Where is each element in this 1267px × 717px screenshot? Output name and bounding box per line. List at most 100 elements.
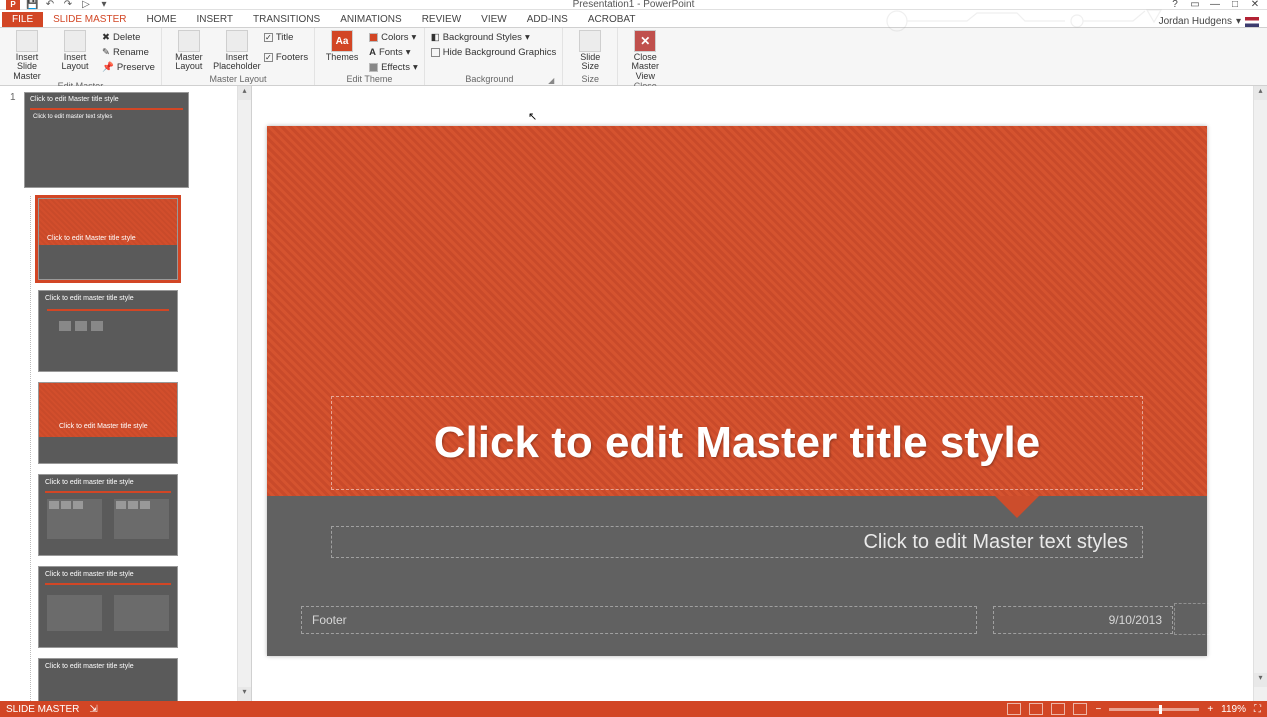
- save-icon[interactable]: 💾: [26, 0, 38, 11]
- thumb-title: Click to edit master title style: [45, 295, 134, 302]
- slide-number-placeholder[interactable]: [1174, 603, 1210, 635]
- minimize-icon[interactable]: —: [1209, 0, 1221, 10]
- help-icon[interactable]: ?: [1169, 0, 1181, 10]
- powerpoint-icon: P: [6, 0, 20, 11]
- subtitle-placeholder[interactable]: Click to edit Master text styles: [331, 526, 1143, 558]
- tab-animations[interactable]: ANIMATIONS: [330, 12, 411, 27]
- maximize-icon[interactable]: □: [1229, 0, 1241, 10]
- thumbnail-pane: 1 Click to edit Master title style Click…: [0, 86, 252, 701]
- chevron-down-icon: ▾: [525, 32, 530, 43]
- flag-icon: [1245, 17, 1259, 27]
- master-thumbnail[interactable]: 1 Click to edit Master title style Click…: [10, 92, 233, 188]
- canvas-scrollbar[interactable]: ▴ ▾: [1253, 86, 1267, 701]
- tab-home[interactable]: HOME: [136, 12, 186, 27]
- undo-icon[interactable]: ↶: [44, 0, 56, 11]
- zoom-slider[interactable]: [1109, 708, 1199, 711]
- thumb-title: Click to edit master title style: [45, 479, 134, 486]
- sorter-view-button[interactable]: [1029, 703, 1043, 715]
- hide-background-checkbox[interactable]: Hide Background Graphics: [431, 45, 557, 59]
- effects-icon: [369, 63, 378, 72]
- tab-transitions[interactable]: TRANSITIONS: [243, 12, 330, 27]
- tab-review[interactable]: REVIEW: [412, 12, 471, 27]
- slider-handle-icon: [1159, 705, 1162, 714]
- title-checkbox[interactable]: ✓Title: [264, 30, 308, 44]
- footers-checkbox[interactable]: ✓Footers: [264, 50, 308, 64]
- tab-addins[interactable]: ADD-INS: [517, 12, 578, 27]
- slide-canvas[interactable]: Click to edit Master title style Click t…: [267, 126, 1207, 656]
- fonts-icon: A: [369, 47, 376, 58]
- group-label: Master Layout: [168, 74, 308, 85]
- layout-tree-line: [30, 196, 31, 701]
- group-edit-master: Insert SlideMaster InsertLayout ✖Delete …: [0, 28, 162, 85]
- colors-button[interactable]: Colors▾: [369, 30, 418, 44]
- group-close: ✕CloseMaster View Close: [618, 28, 672, 85]
- thumb-sub: Click to edit master text styles: [25, 112, 188, 122]
- normal-view-button[interactable]: [1007, 703, 1021, 715]
- slide-size-button[interactable]: SlideSize: [569, 30, 611, 72]
- layout-thumbnail[interactable]: Click to edit master title style: [10, 566, 233, 648]
- checkbox-unchecked-icon: [431, 48, 440, 57]
- insert-slide-master-button[interactable]: Insert SlideMaster: [6, 30, 48, 81]
- ribbon-tabs: FILE SLIDE MASTER HOME INSERT TRANSITION…: [0, 10, 1267, 28]
- master-layout-button[interactable]: MasterLayout: [168, 30, 210, 72]
- layout-thumbnail[interactable]: Click to edit master title style: [10, 474, 233, 556]
- cursor-icon: ↖: [528, 110, 537, 123]
- slide-body-area: Click to edit Master text styles Footer …: [267, 496, 1207, 656]
- thumbnail-scrollbar[interactable]: ▴ ▾: [237, 86, 251, 701]
- themes-button[interactable]: AaThemes: [321, 30, 363, 62]
- user-label: Jordan Hudgens: [1159, 16, 1232, 27]
- tab-slide-master[interactable]: SLIDE MASTER: [43, 12, 136, 27]
- main-area: 1 Click to edit Master title style Click…: [0, 86, 1267, 701]
- group-size: SlideSize Size: [563, 28, 618, 85]
- scroll-up-icon[interactable]: ▴: [1254, 86, 1267, 100]
- slideshow-view-button[interactable]: [1073, 703, 1087, 715]
- group-edit-theme: AaThemes Colors▾ AFonts▾ Effects▾ Edit T…: [315, 28, 425, 85]
- redo-icon[interactable]: ↷: [62, 0, 74, 11]
- delete-button[interactable]: ✖Delete: [102, 30, 155, 44]
- insert-layout-button[interactable]: InsertLayout: [54, 30, 96, 72]
- slide-canvas-area: ↖ Click to edit Master title style Click…: [252, 86, 1267, 701]
- thumb-title: Click to edit master title style: [45, 571, 134, 578]
- scroll-up-icon[interactable]: ▴: [238, 86, 251, 100]
- date-placeholder-text: 9/10/2013: [1109, 613, 1162, 627]
- tab-acrobat[interactable]: ACROBAT: [578, 12, 646, 27]
- layout-thumbnail[interactable]: Click to edit master title style: [10, 290, 233, 372]
- chevron-down-icon: ▾: [413, 62, 418, 73]
- account-name[interactable]: Jordan Hudgens ▾: [1159, 16, 1267, 27]
- title-bar: P 💾 ↶ ↷ ▷ ▾ Presentation1 - PowerPoint ?…: [0, 0, 1267, 10]
- layout-thumbnail[interactable]: Click to edit Master title style: [10, 382, 233, 464]
- layout-thumbnail[interactable]: Click to edit Master title style: [10, 198, 233, 280]
- effects-button[interactable]: Effects▾: [369, 60, 418, 74]
- delete-icon: ✖: [102, 32, 110, 43]
- start-from-beginning-icon[interactable]: ▷: [80, 0, 92, 11]
- preserve-icon: 📌: [102, 62, 114, 73]
- layout-thumbnail[interactable]: Click to edit master title style: [10, 658, 233, 701]
- date-placeholder[interactable]: 9/10/2013: [993, 606, 1173, 634]
- group-label: Size: [569, 74, 611, 85]
- close-master-view-button[interactable]: ✕CloseMaster View: [624, 30, 666, 81]
- scroll-down-icon[interactable]: ▾: [1254, 673, 1267, 687]
- quick-access-toolbar: P 💾 ↶ ↷ ▷ ▾: [0, 0, 110, 11]
- background-styles-button[interactable]: ◧Background Styles▾: [431, 30, 557, 44]
- thumb-title: Click to edit master title style: [45, 663, 134, 670]
- slide-header-area: Click to edit Master title style: [267, 126, 1207, 496]
- tab-insert[interactable]: INSERT: [186, 12, 243, 27]
- tab-file[interactable]: FILE: [2, 12, 43, 27]
- insert-placeholder-button[interactable]: InsertPlaceholder: [216, 30, 258, 72]
- close-window-icon[interactable]: ✕: [1249, 0, 1261, 10]
- qat-customize-icon[interactable]: ▾: [98, 0, 110, 11]
- ribbon-display-icon[interactable]: ▭: [1189, 0, 1201, 10]
- accent-notch-icon: [995, 496, 1039, 518]
- tab-view[interactable]: VIEW: [471, 12, 517, 27]
- dialog-launcher-icon[interactable]: ◢: [548, 76, 556, 85]
- rename-button[interactable]: ✎Rename: [102, 45, 155, 59]
- title-placeholder[interactable]: Click to edit Master title style: [331, 396, 1143, 490]
- window-controls: ? ▭ — □ ✕: [1169, 0, 1267, 10]
- themes-icon: Aa: [331, 30, 353, 52]
- chevron-down-icon: ▾: [412, 32, 417, 43]
- preserve-button[interactable]: 📌Preserve: [102, 60, 155, 74]
- scroll-down-icon[interactable]: ▾: [238, 687, 251, 701]
- reading-view-button[interactable]: [1051, 703, 1065, 715]
- fonts-button[interactable]: AFonts▾: [369, 45, 418, 59]
- footer-placeholder[interactable]: Footer: [301, 606, 977, 634]
